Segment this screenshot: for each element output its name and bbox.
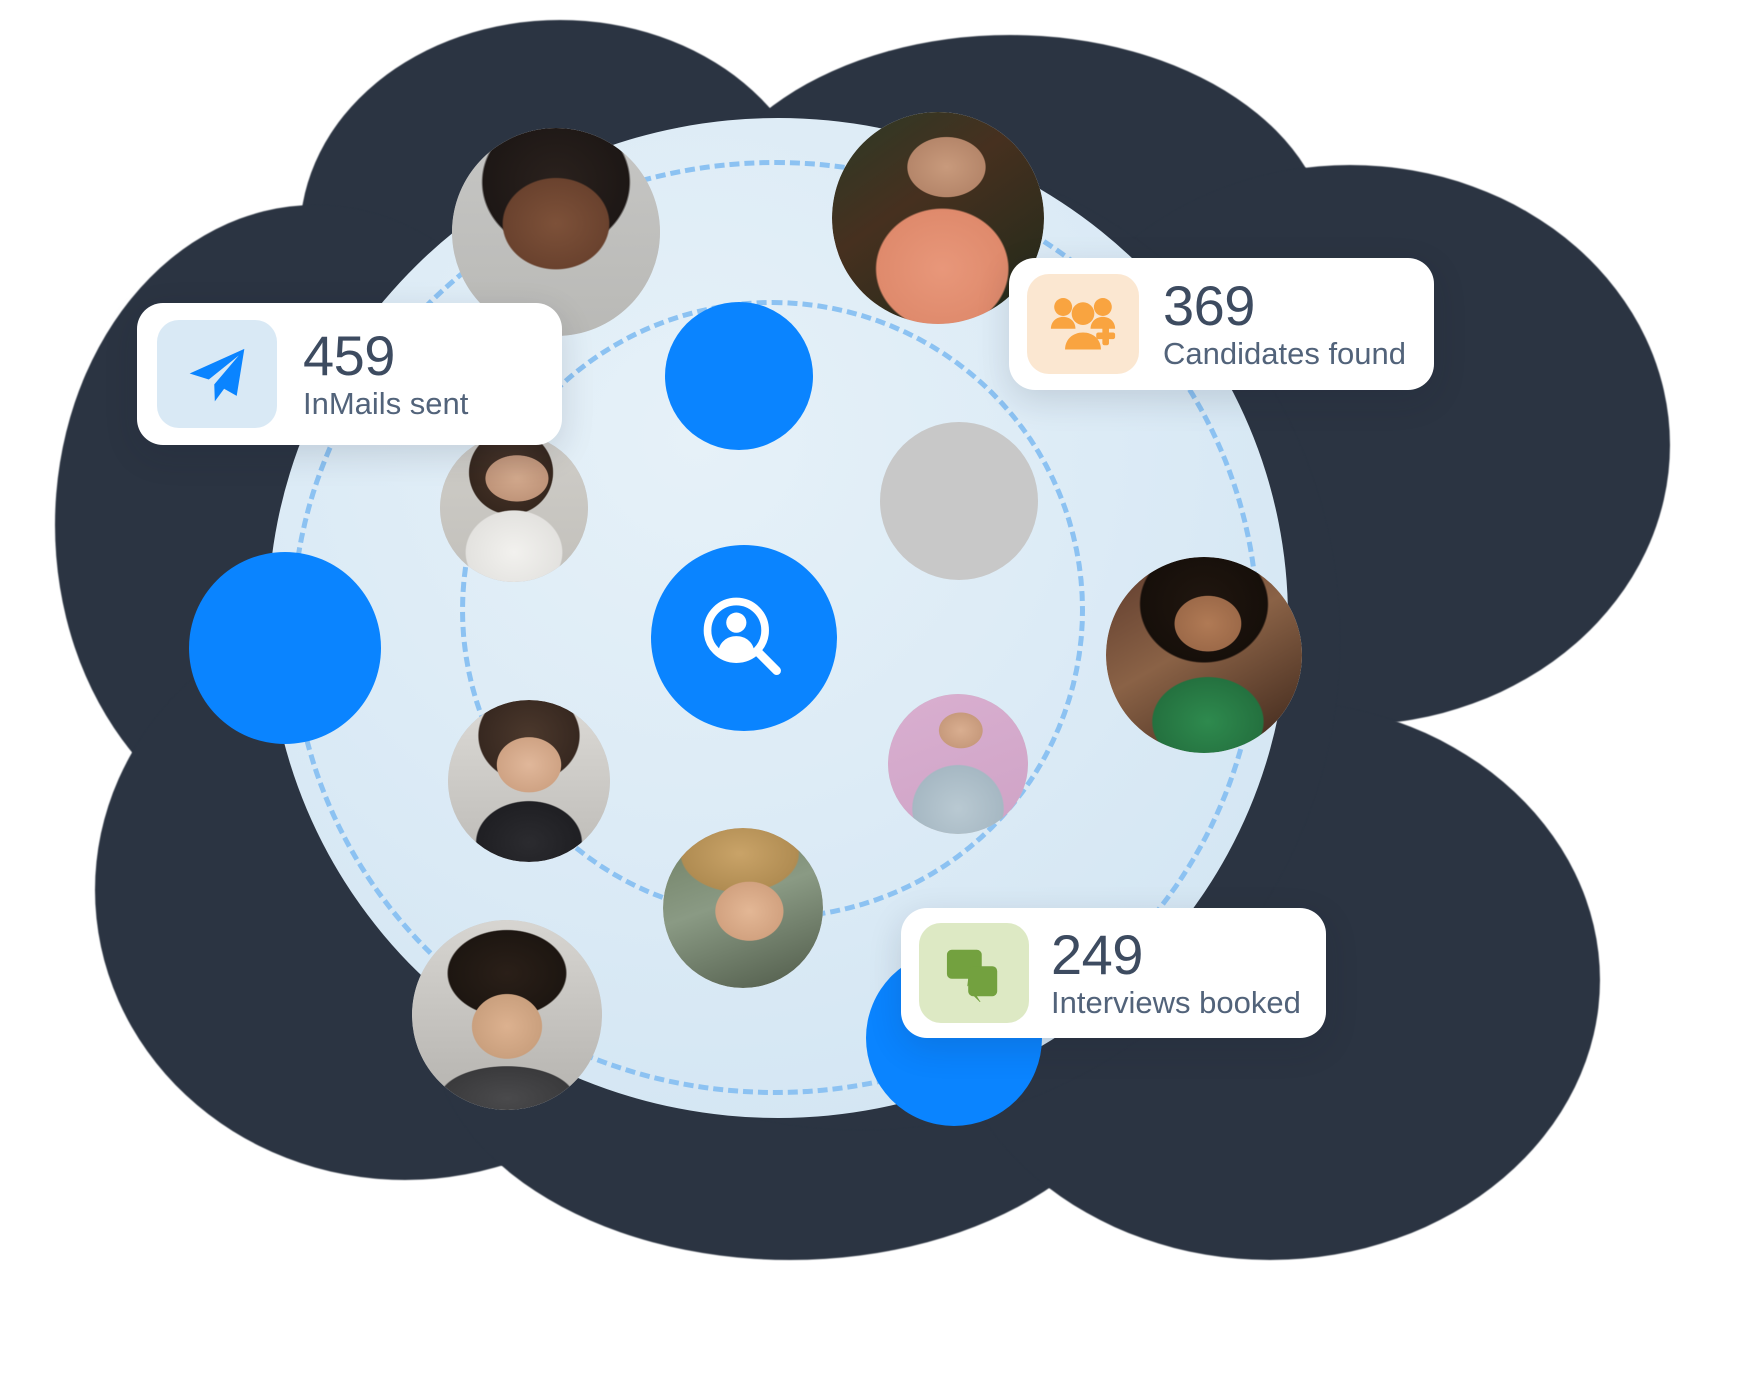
group-add-icon — [1049, 294, 1117, 354]
illustration-stage: 459 InMails sent 369 Candidates found 24… — [0, 0, 1741, 1374]
avatar-9 — [412, 920, 602, 1110]
chat-bubbles-icon — [942, 944, 1006, 1002]
stat-text-inmails: 459 InMails sent — [303, 327, 468, 422]
group-add-icon-container — [1027, 274, 1139, 374]
stat-text-interviews: 249 Interviews booked — [1051, 926, 1301, 1021]
stat-card-interviews[interactable]: 249 Interviews booked — [901, 908, 1326, 1038]
stat-label-inmails: InMails sent — [303, 385, 469, 421]
stat-value-inmails: 459 — [303, 323, 395, 387]
chat-bubbles-icon-container — [919, 923, 1029, 1023]
stat-text-candidates: 369 Candidates found — [1163, 277, 1406, 372]
avatar-4 — [880, 422, 1038, 580]
avatar-3 — [440, 434, 588, 582]
stat-label-interviews: Interviews booked — [1051, 984, 1301, 1020]
paper-plane-icon-container — [157, 320, 277, 428]
avatar-6 — [448, 700, 610, 862]
person-search-icon — [696, 590, 792, 686]
blue-circle-top — [665, 302, 813, 450]
stat-card-candidates[interactable]: 369 Candidates found — [1009, 258, 1434, 390]
avatar-7 — [888, 694, 1028, 834]
stat-value-candidates: 369 — [1163, 273, 1255, 337]
stat-card-inmails[interactable]: 459 InMails sent — [137, 303, 562, 445]
avatar-8 — [663, 828, 823, 988]
stat-value-interviews: 249 — [1051, 922, 1143, 986]
person-search-badge[interactable] — [651, 545, 837, 731]
stat-label-candidates: Candidates found — [1163, 335, 1407, 371]
avatar-5 — [1106, 557, 1302, 753]
blue-circle-left — [189, 552, 381, 744]
paper-plane-icon — [182, 339, 252, 409]
